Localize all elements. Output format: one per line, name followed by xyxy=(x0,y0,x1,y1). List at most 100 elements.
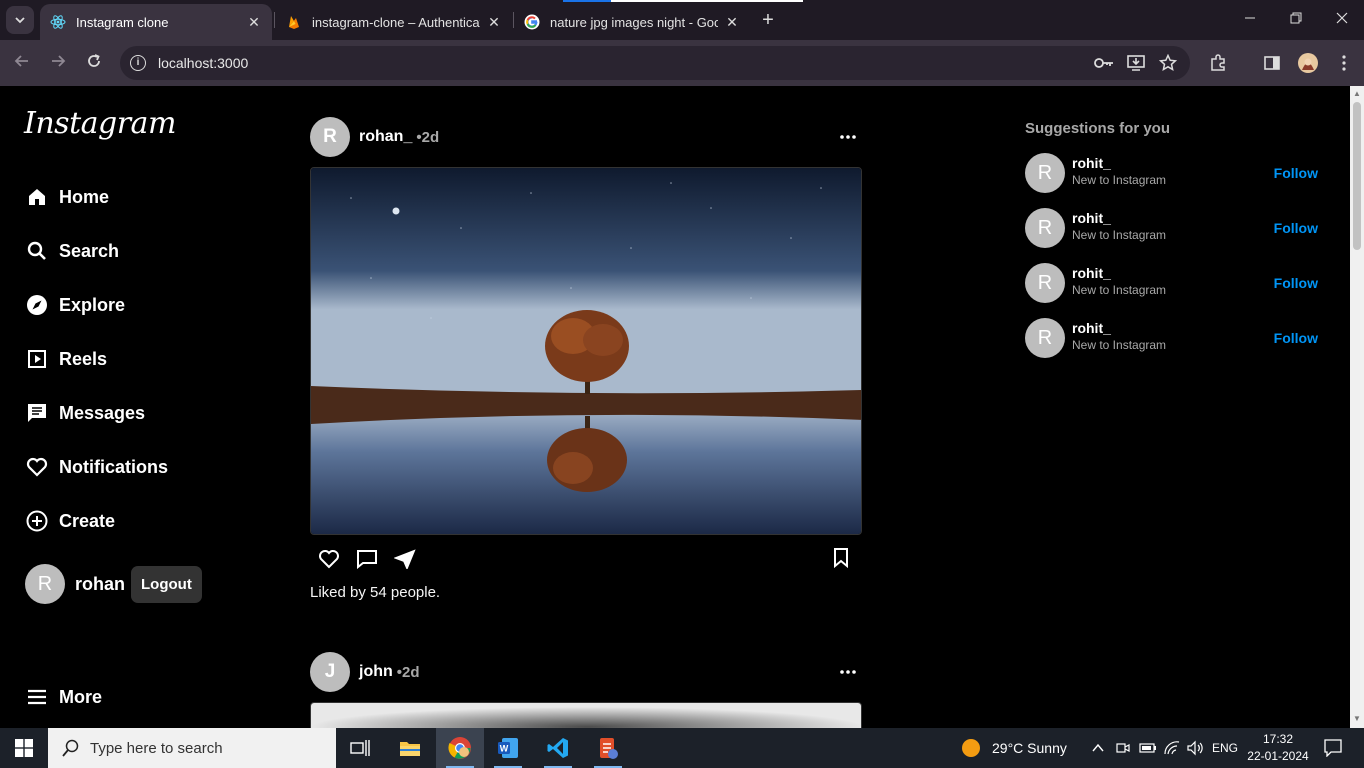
suggestion-username[interactable]: rohit_ xyxy=(1072,210,1111,226)
chevron-down-icon xyxy=(15,17,25,24)
more-options-icon[interactable] xyxy=(840,129,856,145)
close-tab-icon[interactable]: ✕ xyxy=(486,14,502,31)
taskbar-search-box[interactable]: Type here to search xyxy=(48,728,336,768)
weather-sun-icon xyxy=(962,739,980,757)
suggestion-subtitle: New to Instagram xyxy=(1072,173,1167,187)
taskbar-chrome[interactable] xyxy=(436,728,484,768)
suggestion-username[interactable]: rohit_ xyxy=(1072,265,1111,281)
instagram-page: Instagram Home Search Explore Reels Mess… xyxy=(0,86,1350,728)
back-arrow-icon[interactable] xyxy=(11,52,33,74)
sidebar-item-more[interactable]: More xyxy=(26,682,102,712)
language-indicator[interactable]: ENG xyxy=(1212,741,1238,755)
comment-icon[interactable] xyxy=(356,549,378,569)
avatar[interactable]: J xyxy=(310,652,350,692)
sidebar-item-label: Explore xyxy=(59,294,126,315)
taskbar-git-app[interactable] xyxy=(584,728,632,768)
address-url[interactable]: localhost:3000 xyxy=(158,55,248,71)
heart-icon xyxy=(26,456,48,478)
forward-arrow-icon[interactable] xyxy=(47,52,69,74)
follow-button[interactable]: Follow xyxy=(1274,220,1318,236)
new-tab-button[interactable]: + xyxy=(758,10,778,30)
profile-username[interactable]: rohan xyxy=(75,574,125,595)
taskbar-file-explorer[interactable] xyxy=(386,728,434,768)
avatar[interactable]: R xyxy=(1025,153,1065,193)
instagram-logo[interactable]: Instagram xyxy=(24,106,176,141)
bookmark-icon[interactable] xyxy=(833,548,849,568)
windows-start-button[interactable] xyxy=(0,728,48,768)
sidebar-item-messages[interactable]: Messages xyxy=(26,398,145,428)
minimize-icon[interactable] xyxy=(1240,10,1260,30)
more-options-icon[interactable] xyxy=(840,664,856,680)
avatar[interactable]: R xyxy=(25,564,65,604)
tab-search-button[interactable] xyxy=(6,6,34,34)
scrollbar-thumb[interactable] xyxy=(1353,102,1361,250)
sidebar-item-create[interactable]: Create xyxy=(26,506,115,536)
post-username[interactable]: john xyxy=(359,663,393,681)
logout-button[interactable]: Logout xyxy=(131,565,202,603)
post-time: •2d xyxy=(396,663,420,681)
weather-text[interactable]: 29°C Sunny xyxy=(992,740,1067,756)
close-window-icon[interactable] xyxy=(1332,10,1352,30)
sidebar-item-notifications[interactable]: Notifications xyxy=(26,452,168,482)
avatar[interactable]: R xyxy=(1025,263,1065,303)
taskbar-word[interactable]: W xyxy=(484,728,532,768)
post-header: R rohan_ •2d xyxy=(310,117,862,157)
avatar[interactable]: R xyxy=(1025,208,1065,248)
install-app-icon[interactable] xyxy=(1125,52,1147,74)
page-scrollbar[interactable]: ▲ ▼ xyxy=(1350,86,1364,728)
like-heart-icon[interactable] xyxy=(318,549,340,569)
browser-menu-icon[interactable] xyxy=(1333,52,1355,74)
follow-button[interactable]: Follow xyxy=(1274,275,1318,291)
suggestion-username[interactable]: rohit_ xyxy=(1072,155,1111,171)
close-tab-icon[interactable]: ✕ xyxy=(246,14,262,31)
scroll-down-icon[interactable]: ▼ xyxy=(1353,715,1361,723)
sidebar-item-search[interactable]: Search xyxy=(26,236,119,266)
react-icon xyxy=(50,15,66,29)
extensions-icon[interactable] xyxy=(1207,52,1229,74)
sidebar-item-home[interactable]: Home xyxy=(26,182,109,212)
plus-circle-icon xyxy=(26,510,48,532)
profile-avatar-icon[interactable] xyxy=(1297,52,1319,74)
follow-button[interactable]: Follow xyxy=(1274,330,1318,346)
wifi-icon[interactable] xyxy=(1163,740,1181,756)
avatar[interactable]: R xyxy=(310,117,350,157)
post-image[interactable] xyxy=(310,702,862,728)
taskbar-clock[interactable]: 17:32 22-01-2024 xyxy=(1244,731,1312,765)
meet-now-icon[interactable] xyxy=(1115,740,1131,756)
sidebar-item-label: Search xyxy=(59,240,120,261)
firebase-icon xyxy=(289,16,299,29)
close-tab-icon[interactable]: ✕ xyxy=(724,14,740,31)
site-info-icon[interactable]: i xyxy=(130,55,146,71)
sidebar-item-reels[interactable]: Reels xyxy=(26,344,107,374)
tab-instagram-clone[interactable]: Instagram clone ✕ xyxy=(40,4,272,40)
post-username[interactable]: rohan_ xyxy=(359,128,412,146)
restore-icon[interactable] xyxy=(1286,10,1306,30)
battery-icon[interactable] xyxy=(1139,740,1157,756)
tab-google-search[interactable]: nature jpg images night - Goog ✕ xyxy=(514,4,750,40)
notification-center-icon[interactable] xyxy=(1324,739,1342,757)
task-view-button[interactable] xyxy=(336,728,384,768)
sidebar-item-explore[interactable]: Explore xyxy=(26,290,125,320)
password-key-icon[interactable] xyxy=(1093,52,1115,74)
reload-icon[interactable] xyxy=(83,52,105,74)
side-panel-icon[interactable] xyxy=(1261,52,1283,74)
follow-button[interactable]: Follow xyxy=(1274,165,1318,181)
share-icon[interactable] xyxy=(394,549,416,569)
post-image[interactable] xyxy=(310,167,862,535)
sidebar-item-label: More xyxy=(59,686,103,707)
suggestion-username[interactable]: rohit_ xyxy=(1072,320,1111,336)
volume-icon[interactable] xyxy=(1186,740,1204,756)
bookmark-star-icon[interactable] xyxy=(1157,52,1179,74)
tab-title: instagram-clone – Authenticatic xyxy=(312,14,480,30)
avatar[interactable]: R xyxy=(1025,318,1065,358)
suggestion-subtitle: New to Instagram xyxy=(1072,338,1167,352)
suggestion-subtitle: New to Instagram xyxy=(1072,283,1167,297)
google-icon xyxy=(524,14,540,30)
scroll-up-icon[interactable]: ▲ xyxy=(1353,90,1361,98)
tab-firebase-auth[interactable]: instagram-clone – Authenticatic ✕ xyxy=(276,4,512,40)
taskbar-vscode[interactable] xyxy=(534,728,582,768)
suggestion-row: R rohit_ New to Instagram Follow xyxy=(1025,208,1325,248)
address-bar[interactable]: i localhost:3000 xyxy=(120,46,1190,80)
chevron-up-icon[interactable] xyxy=(1091,741,1105,755)
home-icon xyxy=(26,186,48,208)
